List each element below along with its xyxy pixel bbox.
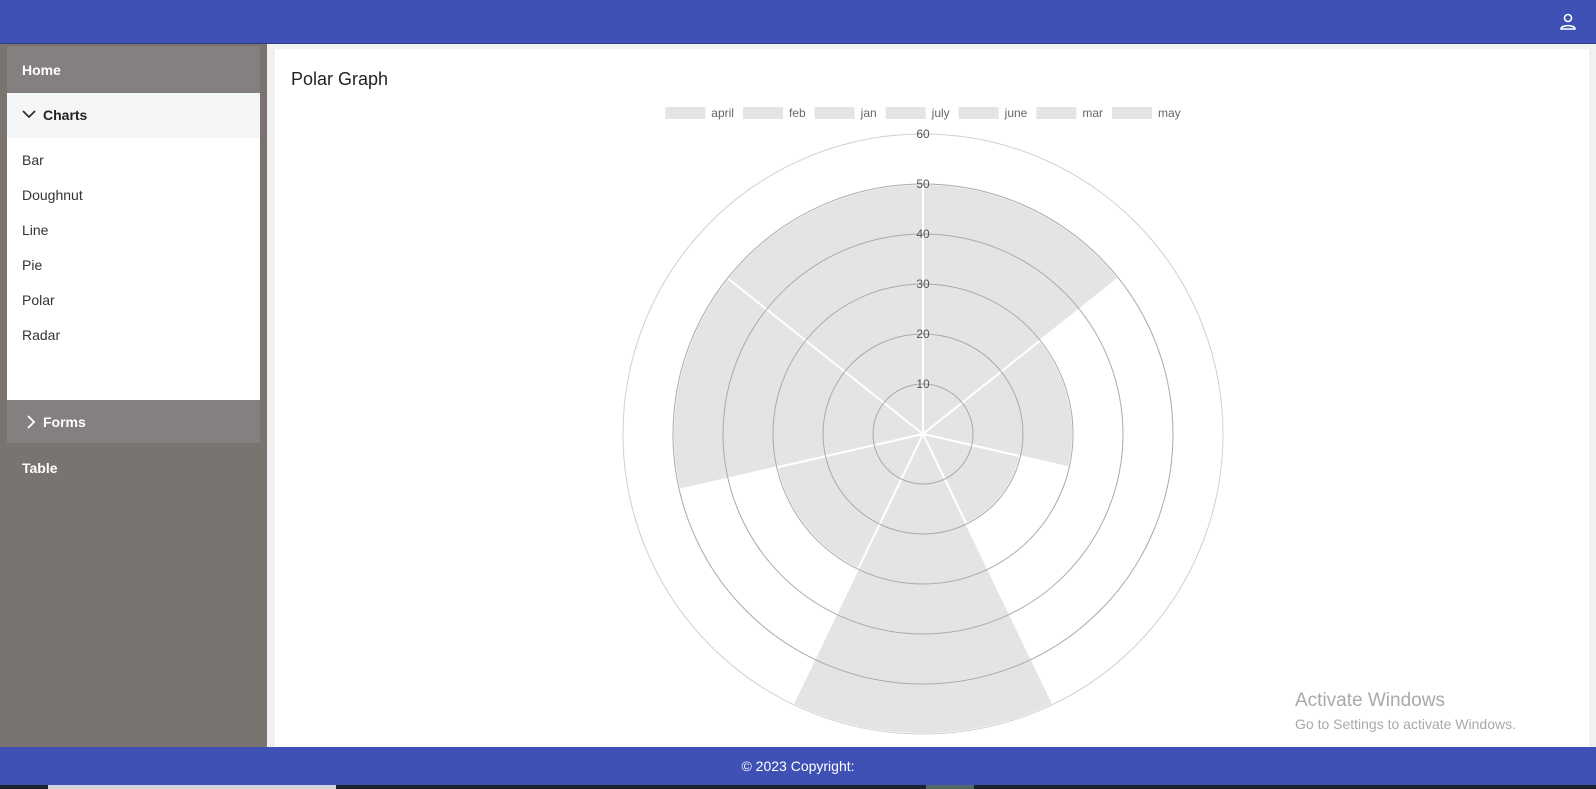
submenu-item-polar[interactable]: Polar	[22, 292, 55, 308]
sidebar-item-charts[interactable]: Charts	[7, 93, 260, 138]
copyright-text: © 2023 Copyright:	[741, 758, 855, 774]
watermark-title: Activate Windows	[1295, 690, 1445, 711]
taskbar-item[interactable]	[926, 785, 974, 789]
legend-swatch-mar	[1036, 107, 1077, 119]
submenu-item-line[interactable]: Line	[22, 222, 48, 238]
submenu-item-radar[interactable]: Radar	[22, 327, 60, 343]
top-app-bar	[0, 0, 1596, 44]
radial-tick-label: 20	[916, 327, 930, 341]
legend-swatch-july	[885, 107, 926, 119]
taskbar-item[interactable]	[48, 785, 336, 789]
chevron-down-icon	[22, 110, 36, 119]
sidebar-item-home[interactable]: Home	[7, 47, 260, 93]
sidebar: Home Charts Bar Doughnut Line Pie Polar …	[0, 44, 267, 747]
submenu-item-pie[interactable]: Pie	[22, 257, 42, 273]
legend-swatch-april	[665, 107, 706, 119]
charts-submenu: Bar Doughnut Line Pie Polar Radar	[7, 138, 260, 400]
chevron-right-icon	[27, 415, 36, 429]
legend-label-april: april	[711, 106, 734, 120]
legend-swatch-feb	[742, 107, 783, 119]
legend-label-may: may	[1158, 106, 1181, 120]
legend-swatch-june	[958, 107, 999, 119]
main-content: Polar Graph 10 20 30 40 50 60 april feb jan july j…	[267, 44, 1596, 747]
taskbar	[0, 785, 1596, 789]
polar-area-chart: 10 20 30 40 50 60 april feb jan july june mar may	[622, 106, 1224, 735]
radial-tick-label: 50	[916, 177, 930, 191]
legend-label-feb: feb	[789, 106, 806, 120]
radial-tick-label: 10	[916, 377, 930, 391]
watermark-subtitle: Go to Settings to activate Windows.	[1295, 716, 1516, 732]
chart-card: Polar Graph 10 20 30 40 50 60 april feb jan july j…	[275, 49, 1589, 747]
sidebar-item-forms[interactable]: Forms	[7, 400, 260, 445]
legend-swatch-jan	[814, 107, 855, 119]
radial-tick-label: 30	[916, 277, 930, 291]
windows-activation-watermark: Activate Windows Go to Settings to activ…	[1295, 690, 1516, 732]
legend-label-july: july	[931, 106, 950, 120]
legend-label-june: june	[1004, 106, 1028, 120]
legend-label-jan: jan	[860, 106, 877, 120]
user-icon[interactable]	[1558, 12, 1578, 32]
sidebar-item-charts-label: Charts	[43, 107, 88, 123]
radial-tick-label: 60	[916, 127, 930, 141]
radial-tick-label: 40	[916, 227, 930, 241]
legend-swatch-may	[1112, 107, 1153, 119]
submenu-item-doughnut[interactable]: Doughnut	[22, 187, 83, 203]
submenu-item-bar[interactable]: Bar	[22, 152, 44, 168]
footer: © 2023 Copyright:	[0, 747, 1596, 785]
sidebar-item-forms-label: Forms	[43, 414, 86, 430]
legend-label-mar: mar	[1082, 106, 1103, 120]
sidebar-item-table[interactable]: Table	[7, 445, 260, 491]
